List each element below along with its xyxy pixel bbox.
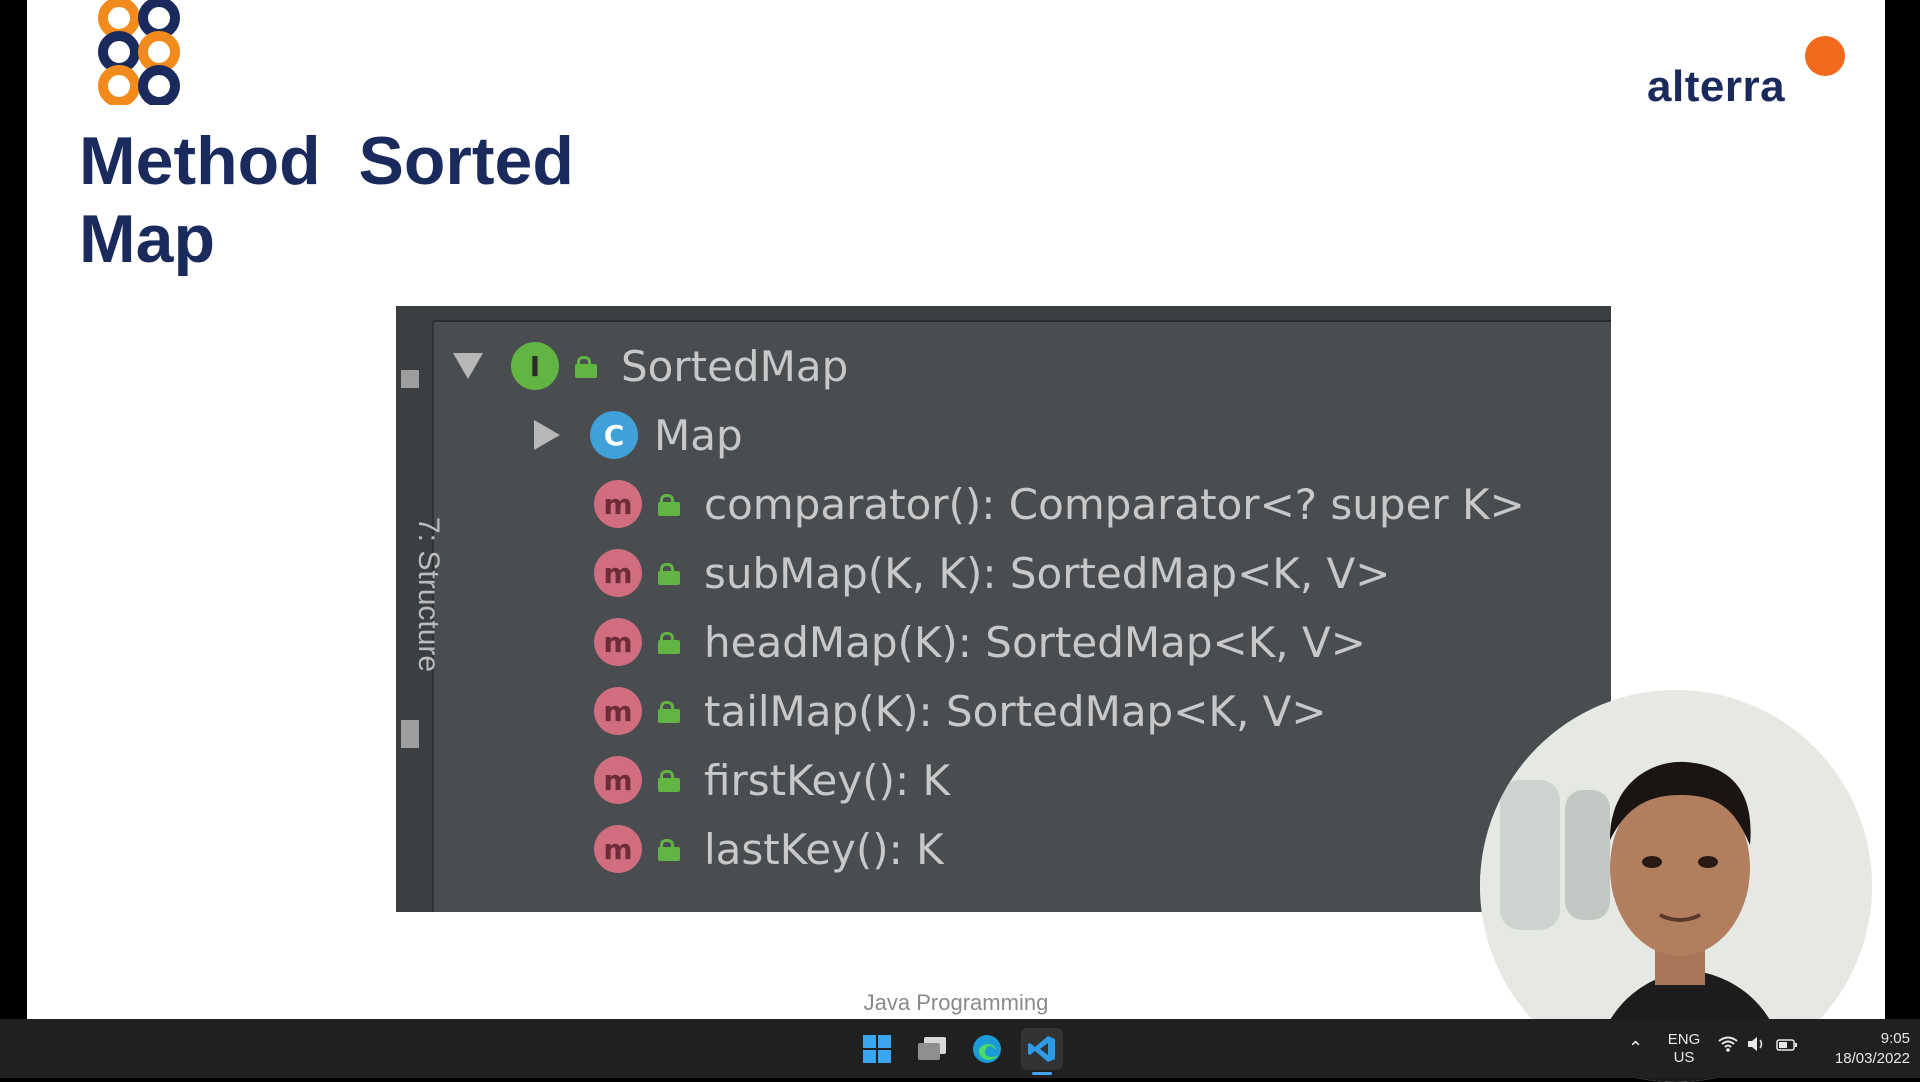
brand-dot-icon bbox=[1805, 36, 1845, 76]
method-icon: m bbox=[594, 480, 642, 528]
slide-title-line2: Map bbox=[79, 201, 215, 277]
method-signature: subMap(K, K): SortedMap<K, V> bbox=[704, 548, 1391, 598]
language-indicator[interactable]: ENG US bbox=[1664, 1031, 1704, 1067]
brand-wordmark: alterra bbox=[1647, 62, 1786, 111]
slide-title: Method Sorted Map bbox=[79, 122, 639, 278]
task-view-icon[interactable] bbox=[911, 1028, 953, 1070]
slide-title-line1: Method Sorted bbox=[79, 123, 574, 199]
collapsed-arrow-icon[interactable] bbox=[534, 420, 560, 450]
method-row[interactable]: m comparator(): Comparator<? super K> bbox=[594, 474, 1525, 534]
method-signature: lastKey(): K bbox=[704, 824, 944, 874]
alterra-logo: alterra bbox=[1647, 34, 1847, 114]
public-lock-icon bbox=[658, 839, 680, 861]
language-code: ENG bbox=[1667, 1031, 1701, 1048]
method-row[interactable]: m tailMap(K): SortedMap<K, V> bbox=[594, 681, 1327, 741]
clock-date: 18/03/2022 bbox=[1834, 1050, 1910, 1067]
tool-window-icon bbox=[401, 720, 419, 748]
method-icon: m bbox=[594, 687, 642, 735]
windows-start-icon[interactable] bbox=[856, 1028, 898, 1070]
method-icon: m bbox=[594, 618, 642, 666]
public-lock-icon bbox=[658, 494, 680, 516]
method-row[interactable]: m headMap(K): SortedMap<K, V> bbox=[594, 612, 1366, 672]
clock-time: 9:05 bbox=[1880, 1030, 1910, 1047]
volume-icon[interactable] bbox=[1746, 1036, 1766, 1056]
method-row[interactable]: m firstKey(): K bbox=[594, 750, 950, 810]
method-row[interactable]: m subMap(K, K): SortedMap<K, V> bbox=[594, 543, 1390, 603]
method-row[interactable]: m lastKey(): K bbox=[594, 819, 944, 879]
edge-icon[interactable] bbox=[966, 1028, 1008, 1070]
inherited-interface-icon: C bbox=[590, 411, 638, 459]
public-lock-icon bbox=[658, 701, 680, 723]
tree-node-sortedmap[interactable]: I SortedMap bbox=[453, 336, 848, 396]
method-icon: m bbox=[594, 825, 642, 873]
method-signature: tailMap(K): SortedMap<K, V> bbox=[704, 686, 1327, 736]
company-logo-icon bbox=[98, 0, 180, 105]
expanded-arrow-icon[interactable] bbox=[453, 353, 483, 379]
method-signature: firstKey(): K bbox=[704, 755, 951, 805]
method-signature: comparator(): Comparator<? super K> bbox=[704, 479, 1525, 529]
keyboard-layout: US bbox=[1673, 1049, 1695, 1066]
tree-node-map[interactable]: C Map bbox=[534, 405, 743, 465]
tool-window-icon bbox=[401, 370, 419, 388]
method-signature: headMap(K): SortedMap<K, V> bbox=[704, 617, 1366, 667]
windows-taskbar: ⌃ ENG US 9:05 18/03/2022 bbox=[0, 1019, 1920, 1078]
active-app-indicator bbox=[1032, 1072, 1052, 1075]
ide-top-bar bbox=[396, 306, 1611, 322]
battery-icon[interactable] bbox=[1776, 1038, 1798, 1055]
public-lock-icon bbox=[658, 632, 680, 654]
vscode-icon[interactable] bbox=[1021, 1028, 1063, 1075]
interface-icon: I bbox=[511, 342, 559, 390]
method-icon: m bbox=[594, 756, 642, 804]
ide-structure-screenshot: 7: Structure I SortedMap C Map m comparat… bbox=[396, 306, 1611, 912]
wifi-icon[interactable] bbox=[1718, 1036, 1738, 1056]
tree-node-label: SortedMap bbox=[621, 341, 849, 391]
structure-tool-label: 7: Structure bbox=[412, 517, 445, 673]
public-lock-icon bbox=[575, 356, 597, 378]
method-icon: m bbox=[594, 549, 642, 597]
public-lock-icon bbox=[658, 563, 680, 585]
ide-side-tool-strip: 7: Structure bbox=[396, 320, 445, 912]
show-hidden-icons-icon[interactable]: ⌃ bbox=[1628, 1038, 1643, 1059]
tree-node-label: Map bbox=[654, 410, 743, 460]
public-lock-icon bbox=[658, 770, 680, 792]
clock[interactable]: 9:05 18/03/2022 bbox=[1810, 1029, 1910, 1069]
